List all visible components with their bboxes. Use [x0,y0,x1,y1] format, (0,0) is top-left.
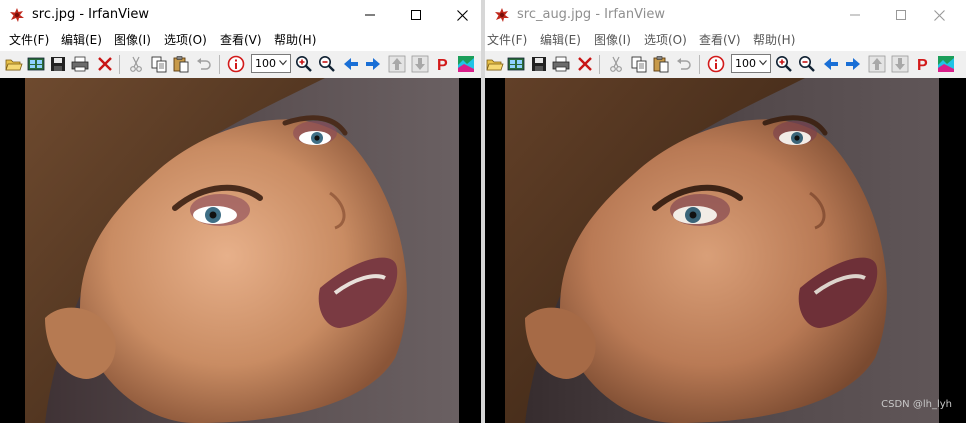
zoom-in-icon[interactable] [775,55,793,73]
minimize-button[interactable] [347,0,393,30]
toolbar-separator [599,55,600,74]
menu-file[interactable]: 文件(F) [487,33,527,48]
print-icon[interactable] [71,55,89,73]
slideshow-icon[interactable] [937,55,955,73]
info-icon[interactable] [707,55,725,73]
first-icon[interactable] [388,55,406,73]
thumbnails-icon[interactable] [27,55,45,73]
next-icon[interactable] [364,55,382,73]
close-button[interactable] [439,0,481,30]
close-button[interactable] [916,0,962,30]
menu-view[interactable]: 查看(V) [220,33,262,48]
last-icon[interactable] [891,55,909,73]
cut-icon[interactable] [607,55,625,73]
menu-image[interactable]: 图像(I) [114,33,151,48]
save-icon[interactable] [530,55,548,73]
thumbnails-icon[interactable] [507,55,525,73]
chevron-down-icon [279,60,287,66]
zoom-value: 100 [735,57,756,70]
delete-icon[interactable] [96,55,114,73]
toolbar-separator [219,55,220,74]
next-icon[interactable] [844,55,862,73]
svg-text:P: P [437,57,448,73]
irfanview-logo-icon [494,7,510,23]
menu-image[interactable]: 图像(I) [594,33,631,48]
toolbar-separator [119,55,120,74]
previous-icon[interactable] [342,55,360,73]
paste-icon[interactable] [652,55,670,73]
menu-bar: 文件(F) 编辑(E) 图像(I) 选项(O) 查看(V) 帮助(H) [0,30,481,51]
menu-options[interactable]: 选项(O) [164,33,207,48]
undo-icon[interactable] [675,55,693,73]
image-viewer[interactable]: CSDN @lh_lyh [485,78,966,423]
paint-icon[interactable]: P [434,55,452,73]
paste-icon[interactable] [172,55,190,73]
chevron-down-icon [759,60,767,66]
open-folder-icon[interactable] [5,55,23,73]
toolbar: 100 P [0,51,481,78]
window-title: src_aug.jpg - IrfanView [517,7,665,22]
menu-view[interactable]: 查看(V) [699,33,741,48]
toolbar: 100 P [485,51,966,78]
zoom-select[interactable]: 100 [731,54,771,73]
previous-icon[interactable] [822,55,840,73]
delete-icon[interactable] [576,55,594,73]
slideshow-icon[interactable] [457,55,475,73]
print-icon[interactable] [552,55,570,73]
window-title: src.jpg - IrfanView [32,7,149,22]
irfanview-logo-icon [9,7,25,23]
zoom-in-icon[interactable] [295,55,313,73]
info-icon[interactable] [227,55,245,73]
image-viewer[interactable] [0,78,481,423]
copy-icon[interactable] [150,55,168,73]
zoom-out-icon[interactable] [318,55,336,73]
irfanview-window-src: src.jpg - IrfanView 文件(F) 编辑(E) 图像(I) 选项… [0,0,481,423]
title-bar[interactable]: src_aug.jpg - IrfanView [485,0,966,30]
cut-icon[interactable] [127,55,145,73]
zoom-out-icon[interactable] [798,55,816,73]
copy-icon[interactable] [630,55,648,73]
svg-text:P: P [917,57,928,73]
maximize-button[interactable] [393,0,439,30]
portrait-photo [25,78,459,423]
menu-edit[interactable]: 编辑(E) [61,33,102,48]
menu-file[interactable]: 文件(F) [9,33,49,48]
first-icon[interactable] [868,55,886,73]
open-folder-icon[interactable] [486,55,504,73]
title-bar[interactable]: src.jpg - IrfanView [0,0,481,30]
zoom-select[interactable]: 100 [251,54,291,73]
undo-icon[interactable] [195,55,213,73]
irfanview-window-src-aug: src_aug.jpg - IrfanView 文件(F) 编辑(E) 图像(I… [485,0,966,423]
last-icon[interactable] [411,55,429,73]
paint-icon[interactable]: P [914,55,932,73]
menu-bar: 文件(F) 编辑(E) 图像(I) 选项(O) 查看(V) 帮助(H) [485,30,966,51]
menu-edit[interactable]: 编辑(E) [540,33,581,48]
save-icon[interactable] [49,55,67,73]
menu-help[interactable]: 帮助(H) [274,33,316,48]
portrait-photo-augmented [505,78,939,423]
watermark-text: CSDN @lh_lyh [881,399,952,410]
menu-options[interactable]: 选项(O) [644,33,687,48]
zoom-value: 100 [255,57,276,70]
menu-help[interactable]: 帮助(H) [753,33,795,48]
minimize-button[interactable] [832,0,878,30]
toolbar-separator [699,55,700,74]
